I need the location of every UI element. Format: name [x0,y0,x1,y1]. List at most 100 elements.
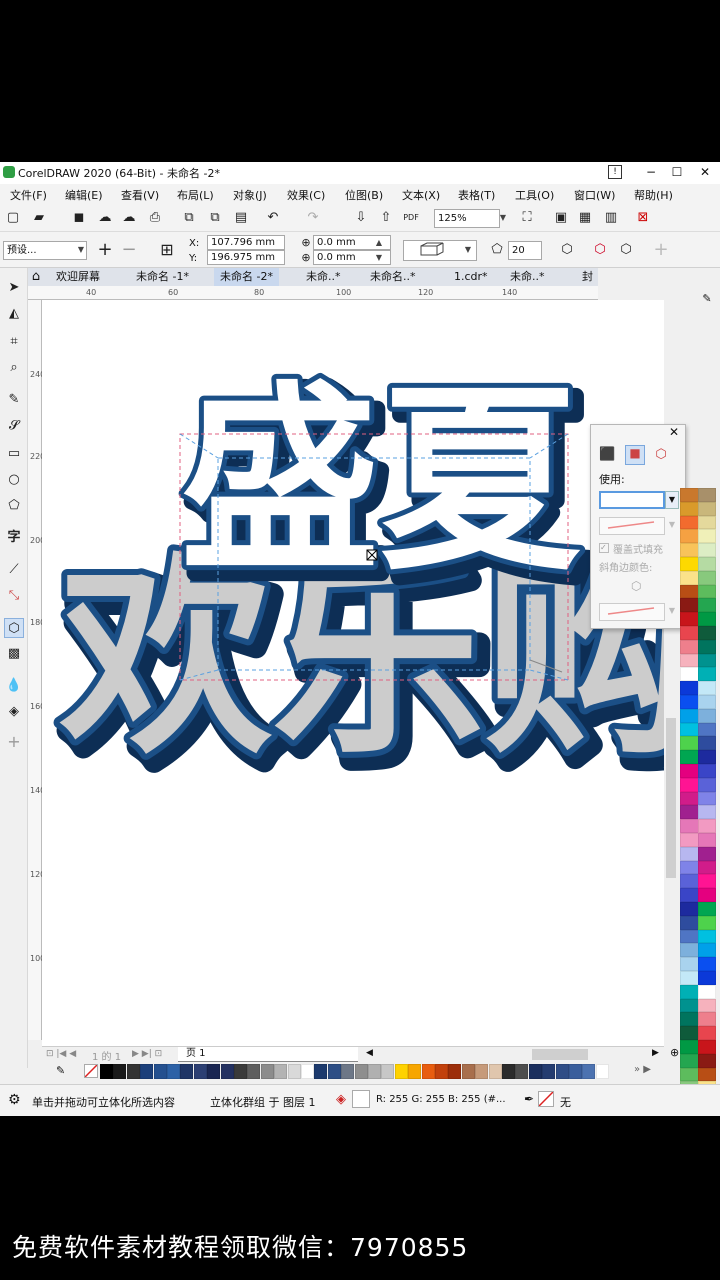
close-button[interactable]: ✕ [694,163,716,181]
menu-text[interactable]: 文本(X) [402,187,440,203]
color-swatch[interactable] [220,1064,234,1079]
color-swatch[interactable] [680,1053,700,1068]
print-icon[interactable]: ⎙ [146,209,164,227]
connector-tool-icon[interactable]: ⤡ [4,586,24,606]
menu-window[interactable]: 窗口(W) [574,187,615,203]
color-swatch[interactable] [569,1064,582,1079]
depth-field[interactable]: 20 [508,241,542,260]
color-swatch[interactable] [680,639,700,654]
open-folder-icon[interactable]: ▰ [30,209,48,227]
tab-untitled-3[interactable]: 未命..* [300,268,347,286]
save-icon[interactable]: ◼ [70,209,88,227]
color-swatch[interactable] [698,998,716,1013]
color-swatch[interactable] [680,667,700,682]
menu-effects[interactable]: 效果(C) [287,187,325,203]
help-icon[interactable]: ! [608,165,622,179]
color-swatch[interactable] [698,1012,716,1027]
horizontal-ruler[interactable]: 40 60 80 100 120 140 [28,286,598,300]
menu-view[interactable]: 查看(V) [121,187,159,203]
vp-y-spinner-icon[interactable]: ▼ [372,250,386,265]
color-swatch[interactable] [680,515,700,530]
color-swatch[interactable] [247,1064,261,1079]
color-swatch[interactable] [698,833,716,847]
color-swatch[interactable] [368,1064,381,1079]
redo-icon[interactable]: ↷ [304,209,322,227]
color-swatch[interactable] [680,971,700,985]
color-swatch[interactable] [698,1067,716,1082]
color-swatch[interactable] [394,1064,408,1079]
copy-icon[interactable]: ⧉ [206,209,224,227]
color-swatch[interactable] [698,1026,716,1040]
color-swatch[interactable] [448,1064,462,1079]
color-swatch[interactable] [435,1064,448,1079]
export-icon[interactable]: ⇧ [377,209,395,227]
y-position-field[interactable]: 196.975 mm [207,250,285,265]
menu-bitmap[interactable]: 位图(B) [345,187,383,203]
polygon-tool-icon[interactable]: ⬠ [4,496,24,516]
eyedropper-icon[interactable]: ✎ [700,292,714,306]
color-swatch[interactable] [180,1064,194,1079]
menu-edit[interactable]: 编辑(E) [65,187,103,203]
color-swatch[interactable] [698,501,716,516]
menu-table[interactable]: 表格(T) [458,187,495,203]
ellipse-tool-icon[interactable]: ○ [4,470,24,490]
document-palette-eyedropper-icon[interactable]: ✎ [56,1064,65,1077]
palette-scroll-icon[interactable]: » ▶ [634,1064,651,1075]
color-swatch[interactable] [680,846,700,861]
page-nav-next-icon[interactable]: ▶ ▶| ⊡ [132,1049,162,1059]
page-tab[interactable]: 页 1 [178,1047,358,1062]
x-position-field[interactable]: 107.796 mm [207,235,285,250]
color-swatch[interactable] [698,819,716,833]
color-swatch[interactable] [698,695,716,709]
add-tool-icon[interactable]: + [4,732,24,752]
full-screen-icon[interactable]: ⛶ [518,209,536,227]
snap-to-icon[interactable]: ▥ [602,209,620,227]
freehand-tool-icon[interactable]: ✎ [4,390,24,410]
color-swatch[interactable] [698,957,716,971]
zoom-level-field[interactable]: 125% [434,209,500,228]
color-swatch[interactable] [421,1064,435,1079]
color-swatch[interactable] [515,1064,529,1079]
pick-tool-icon[interactable]: ➤ [4,278,24,298]
color-swatch[interactable] [680,791,700,806]
preset-dropdown-icon[interactable]: ▼ [74,242,88,259]
vertical-scrollbar-thumb[interactable] [666,718,676,878]
cut-icon[interactable]: ⧉ [180,209,198,227]
color-select[interactable] [599,491,665,509]
color-swatch[interactable] [698,984,716,999]
scroll-right-icon[interactable]: ▶ [652,1048,659,1058]
tab-untitled-5[interactable]: 未命..* [504,268,551,286]
color-swatch[interactable] [680,708,700,723]
color-swatch[interactable] [680,998,700,1013]
color-swatch[interactable] [698,764,716,778]
vertical-ruler[interactable]: 240 220 200 180 160 140 120 100 [28,300,45,1040]
color-swatch[interactable] [698,805,716,820]
color-swatch[interactable] [207,1064,221,1079]
color-swatch[interactable] [680,1067,700,1082]
color-swatch[interactable] [680,1012,700,1027]
new-document-icon[interactable]: ▢ [4,209,22,227]
menu-object[interactable]: 对象(J) [233,187,267,203]
extrusion-type-dropdown-icon[interactable]: ▼ [461,242,475,259]
color-swatch[interactable] [680,598,700,613]
color-swatch[interactable] [680,722,700,737]
color-swatch[interactable] [680,777,700,792]
drawing-canvas[interactable]: 欢乐购 欢乐购 盛夏 盛夏 [42,300,664,1046]
color-swatch[interactable] [698,598,716,613]
color-swatch[interactable] [698,529,716,544]
color-swatch[interactable] [680,750,700,764]
color-swatch[interactable] [698,626,716,640]
scroll-left-icon[interactable]: ◀ [366,1048,373,1058]
color-swatch[interactable] [528,1064,542,1079]
artistic-media-tool-icon[interactable]: 𝓢 [4,416,24,436]
color-swatch[interactable] [680,529,700,544]
transparency-tool-icon[interactable]: ▩ [4,644,24,664]
vertical-scrollbar[interactable] [664,286,678,1046]
vp-x-spinner-icon[interactable]: ▲ [372,235,386,250]
text-tool-icon[interactable]: 字 [4,528,24,548]
color-swatch[interactable] [287,1064,301,1079]
color-swatch[interactable] [698,902,716,916]
extrude-color-icon[interactable]: ⬡ [591,241,609,259]
color-swatch[interactable] [680,860,700,875]
color-swatch[interactable] [475,1064,489,1079]
